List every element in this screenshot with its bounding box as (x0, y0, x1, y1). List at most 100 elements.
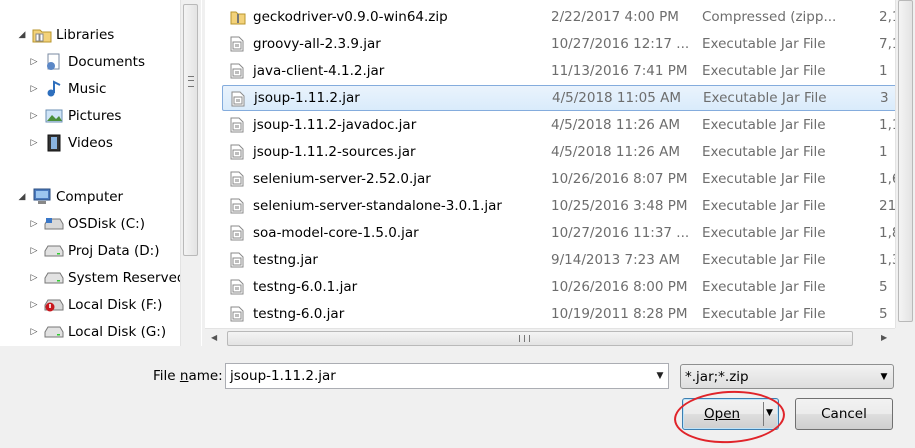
expand-arrow-icon[interactable]: ▷ (28, 219, 40, 229)
nav-item-proj-data-d[interactable]: ▷ Proj Data (D:) (28, 238, 160, 264)
scroll-grip-icon (519, 335, 530, 342)
jar-file-icon (230, 36, 244, 52)
file-date-modified: 10/27/2016 12:17 ... (551, 36, 690, 52)
chevron-down-icon[interactable]: ▼ (652, 371, 668, 381)
file-name: groovy-all-2.3.9.jar (253, 36, 381, 52)
file-list-horizontal-scrollbar[interactable]: ◀ ▶ (205, 328, 895, 349)
file-name: testng-6.0.jar (253, 306, 345, 322)
expand-arrow-icon[interactable]: ▷ (28, 57, 40, 67)
file-row[interactable]: testng.jar 9/14/2013 7:23 AM Executable Ja… (222, 247, 915, 273)
expand-arrow-icon[interactable]: ▷ (28, 300, 40, 310)
file-row[interactable]: selenium-server-2.52.0.jar 10/26/2016 8:0… (222, 166, 915, 192)
file-name: jsoup-1.11.2.jar (254, 90, 360, 106)
file-date-modified: 2/22/2017 4:00 PM (551, 9, 679, 25)
file-type-value: *.jar;*.zip (685, 368, 749, 385)
file-list-vertical-scrollbar-thumb[interactable] (898, 0, 913, 322)
file-name-field[interactable]: jsoup-1.11.2.jar ▼ (225, 363, 669, 389)
pictures-library-icon (44, 107, 64, 125)
scroll-right-arrow-icon[interactable]: ▶ (881, 333, 887, 342)
cancel-button[interactable]: Cancel (795, 398, 893, 430)
file-type-dropdown[interactable]: *.jar;*.zip ▼ (680, 364, 894, 389)
file-row[interactable]: selenium-server-standalone-3.0.1.jar 10/2… (222, 193, 915, 219)
nav-item-videos[interactable]: ▷ Videos (28, 130, 113, 156)
expand-arrow-icon[interactable]: ▷ (28, 138, 40, 148)
jar-file-icon (230, 63, 244, 79)
nav-item-label: Computer (56, 189, 124, 205)
hard-drive-icon (44, 269, 64, 287)
navigation-scrollbar-thumb[interactable] (183, 4, 198, 256)
file-row[interactable]: geckodriver-v0.9.0-win64.zip 2/22/2017 4:… (222, 4, 915, 30)
nav-item-label: Local Disk (G:) (68, 324, 167, 340)
jar-file-icon (230, 144, 244, 160)
drive-error-icon (44, 296, 64, 314)
nav-item-pictures[interactable]: ▷ Pictures (28, 103, 122, 129)
file-list-vertical-scrollbar[interactable] (895, 0, 915, 328)
file-row[interactable]: groovy-all-2.3.9.jar 10/27/2016 12:17 ...… (222, 31, 915, 57)
file-row[interactable]: jsoup-1.11.2-javadoc.jar 4/5/2018 11:26 A… (222, 112, 915, 138)
navigation-scrollbar[interactable] (180, 0, 201, 346)
file-name: selenium-server-2.52.0.jar (253, 171, 431, 187)
file-date-modified: 4/5/2018 11:05 AM (552, 90, 682, 106)
scroll-left-arrow-icon[interactable]: ◀ (211, 333, 217, 342)
file-name-input[interactable]: jsoup-1.11.2.jar (226, 368, 652, 384)
collapse-arrow-icon[interactable]: ◢ (16, 30, 28, 40)
zip-folder-icon (230, 9, 246, 25)
jar-file-icon (230, 306, 244, 322)
file-row[interactable]: jsoup-1.11.2-sources.jar 4/5/2018 11:26 A… (222, 139, 915, 165)
nav-item-osdisk-c[interactable]: ▷ OSDisk (C:) (28, 211, 145, 237)
file-name: jsoup-1.11.2-sources.jar (253, 144, 416, 160)
nav-item-computer[interactable]: ◢ Computer (16, 184, 123, 210)
nav-item-label: Local Disk (F:) (68, 297, 163, 313)
file-type: Executable Jar File (702, 252, 826, 268)
nav-item-label: Proj Data (D:) (68, 243, 160, 259)
file-type: Executable Jar File (703, 90, 827, 106)
file-name: java-client-4.1.2.jar (253, 63, 385, 79)
file-type: Executable Jar File (702, 36, 826, 52)
expand-arrow-icon[interactable]: ▷ (28, 327, 40, 337)
nav-item-local-disk-g[interactable]: ▷ Local Disk (G:) (28, 319, 167, 345)
file-type: Executable Jar File (702, 171, 826, 187)
file-type: Executable Jar File (702, 306, 826, 322)
file-date-modified: 4/5/2018 11:26 AM (551, 117, 681, 133)
expand-arrow-icon[interactable]: ▷ (28, 246, 40, 256)
file-type: Executable Jar File (702, 279, 826, 295)
system-drive-icon (44, 215, 64, 233)
file-date-modified: 9/14/2013 7:23 AM (551, 252, 681, 268)
nav-item-label: Libraries (56, 27, 115, 43)
computer-icon (32, 188, 52, 206)
expand-arrow-icon[interactable]: ▷ (28, 111, 40, 121)
navigation-pane[interactable]: ◢ Libraries ▷ Documents ▷ Music ▷ Pictures ▷ Vide… (0, 0, 202, 346)
nav-item-label: Pictures (68, 108, 122, 124)
file-name-label-text: File (153, 368, 180, 384)
nav-item-documents[interactable]: ▷ Documents (28, 49, 145, 75)
file-type: Executable Jar File (702, 198, 826, 214)
jar-file-icon (230, 198, 244, 214)
file-row[interactable]: java-client-4.1.2.jar 11/13/2016 7:41 PM E… (222, 58, 915, 84)
file-list-horizontal-scrollbar-thumb[interactable] (227, 331, 853, 346)
nav-item-label: OSDisk (C:) (68, 216, 145, 232)
file-row[interactable]: testng-6.0.1.jar 10/26/2016 8:00 PM Execut… (222, 274, 915, 300)
file-list[interactable]: geckodriver-v0.9.0-win64.zip 2/22/2017 4:… (205, 0, 915, 328)
file-row[interactable]: testng-6.0.jar 10/19/2011 8:28 PM Executab… (222, 301, 915, 327)
file-row[interactable]: soa-model-core-1.5.0.jar 10/27/2016 11:37… (222, 220, 915, 246)
expand-arrow-icon[interactable]: ▷ (28, 273, 40, 283)
collapse-arrow-icon[interactable]: ◢ (16, 192, 28, 202)
expand-arrow-icon[interactable]: ▷ (28, 84, 40, 94)
nav-item-system-reserved[interactable]: ▷ System Reserved (28, 265, 186, 291)
file-row-selected[interactable]: jsoup-1.11.2.jar 4/5/2018 11:05 AM Executa… (222, 85, 915, 111)
scroll-grip-icon (188, 76, 194, 87)
file-date-modified: 10/26/2016 8:00 PM (551, 279, 688, 295)
chevron-down-icon[interactable]: ▼ (875, 372, 893, 382)
jar-file-icon (231, 91, 245, 107)
nav-item-label: Music (68, 81, 107, 97)
nav-item-libraries[interactable]: ◢ Libraries (16, 22, 115, 48)
nav-item-local-disk-f[interactable]: ▷ Local Disk (F:) (28, 292, 163, 318)
file-date-modified: 11/13/2016 7:41 PM (551, 63, 688, 79)
file-name-label-text-end: ame: (188, 368, 223, 384)
hard-drive-icon (44, 323, 64, 341)
videos-library-icon (44, 134, 64, 152)
nav-item-label: Videos (68, 135, 113, 151)
nav-item-music[interactable]: ▷ Music (28, 76, 106, 102)
nav-item-label: System Reserved (68, 270, 186, 286)
file-date-modified: 10/25/2016 3:48 PM (551, 198, 688, 214)
